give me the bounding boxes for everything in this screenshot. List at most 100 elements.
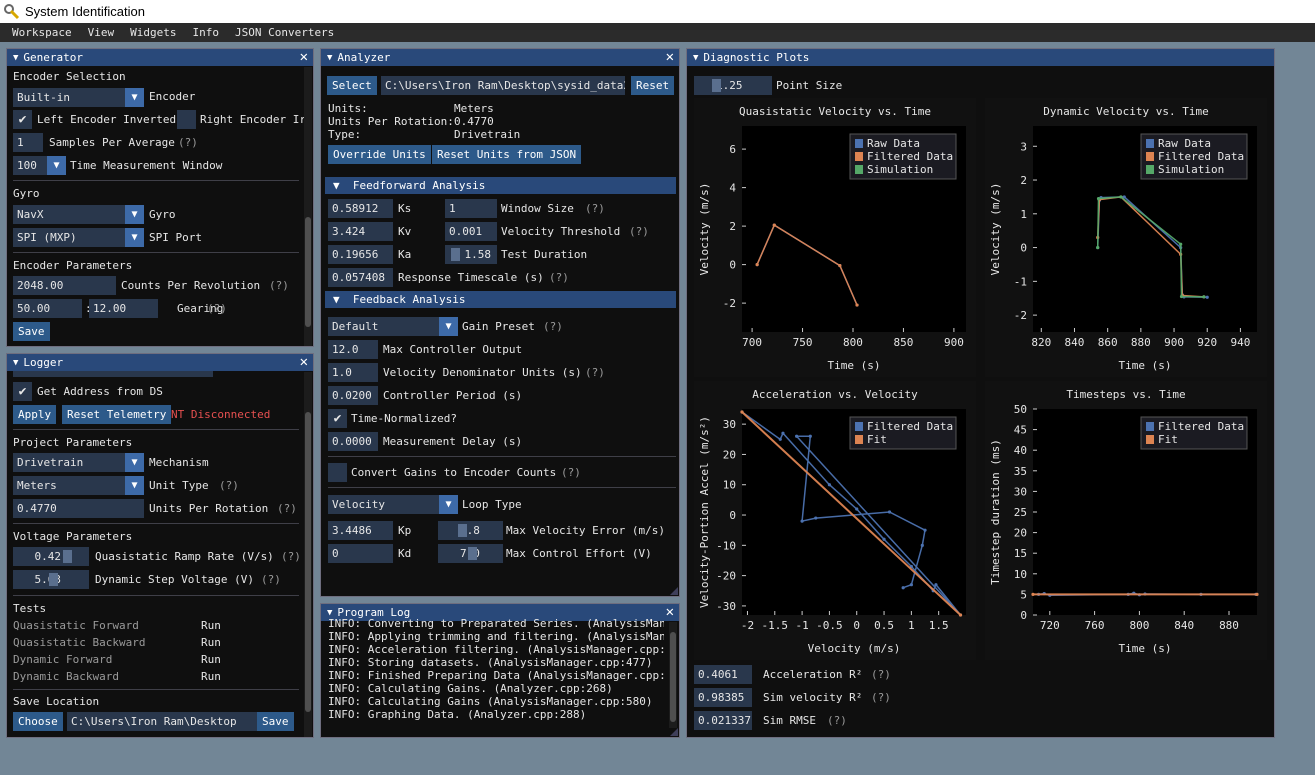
- help-icon[interactable]: (?): [277, 502, 297, 515]
- help-icon[interactable]: (?): [585, 366, 605, 379]
- upr-input[interactable]: 0.4770: [13, 499, 144, 518]
- help-icon[interactable]: (?): [629, 225, 649, 238]
- response-timescale-value[interactable]: 0.057408: [328, 268, 393, 287]
- max-velocity-error-slider[interactable]: 0.8: [438, 521, 503, 540]
- reset-telemetry-button[interactable]: Reset Telemetry: [62, 405, 172, 424]
- feedforward-section-header[interactable]: ▼ Feedforward Analysis: [325, 177, 676, 194]
- select-button[interactable]: Select: [327, 76, 377, 95]
- gear-denominator-input[interactable]: 12.00: [89, 299, 158, 318]
- save-button[interactable]: Save: [13, 322, 50, 341]
- unit-type-combo[interactable]: Meters ▼: [13, 476, 144, 495]
- help-icon[interactable]: (?): [561, 466, 581, 479]
- close-icon[interactable]: ✕: [300, 49, 308, 66]
- dynamic-plot[interactable]: Dynamic Velocity vs. Time 820 840 860 880 900…: [985, 98, 1267, 377]
- run-button[interactable]: Run: [201, 653, 221, 666]
- left-inverted-checkbox[interactable]: ✔: [13, 110, 32, 129]
- reset-button[interactable]: Reset: [631, 76, 675, 95]
- help-icon[interactable]: (?): [178, 136, 198, 149]
- measurement-delay-input[interactable]: 0.0000: [328, 432, 378, 451]
- point-size-slider[interactable]: 1.25: [694, 76, 772, 95]
- help-icon[interactable]: (?): [871, 691, 891, 704]
- slider-grab[interactable]: [468, 547, 477, 560]
- gear-numerator-input[interactable]: 50.00: [13, 299, 82, 318]
- ramp-rate-slider[interactable]: 0.42: [13, 547, 89, 566]
- slider-grab[interactable]: [712, 79, 721, 92]
- samples-input[interactable]: 1: [13, 133, 43, 152]
- slider-grab[interactable]: [451, 248, 460, 261]
- help-icon[interactable]: (?): [207, 302, 227, 315]
- collapse-icon[interactable]: ▼: [13, 53, 18, 63]
- loop-type-combo[interactable]: Velocity ▼: [328, 495, 458, 514]
- collapse-icon[interactable]: ▼: [327, 608, 332, 618]
- feedback-section-header[interactable]: ▼ Feedback Analysis: [325, 291, 676, 308]
- step-voltage-slider[interactable]: 5.63: [13, 570, 89, 589]
- time-window-combo[interactable]: 100 ▼: [13, 156, 66, 175]
- slider-grab[interactable]: [63, 550, 72, 563]
- get-address-checkbox[interactable]: ✔: [13, 382, 32, 401]
- save-button[interactable]: Save: [257, 712, 294, 731]
- reset-units-button[interactable]: Reset Units from JSON: [432, 145, 582, 164]
- choose-button[interactable]: Choose: [13, 712, 63, 731]
- apply-button[interactable]: Apply: [13, 405, 57, 424]
- cpr-input[interactable]: 2048.00: [13, 276, 116, 295]
- help-icon[interactable]: (?): [261, 573, 281, 586]
- resize-grip[interactable]: [670, 728, 678, 736]
- team-address-input[interactable]: [13, 371, 213, 377]
- help-icon[interactable]: (?): [585, 202, 605, 215]
- ks-value[interactable]: 0.58912: [328, 199, 393, 218]
- scrollbar[interactable]: [669, 622, 677, 728]
- kv-value[interactable]: 3.424: [328, 222, 393, 241]
- test-duration-slider[interactable]: 1.58: [445, 245, 497, 264]
- sim-r2-value[interactable]: 0.98385: [694, 688, 752, 707]
- help-icon[interactable]: (?): [549, 271, 569, 284]
- data-path-input[interactable]: C:\Users\Iron Ram\Desktop\sysid_data28: [381, 76, 625, 95]
- help-icon[interactable]: (?): [871, 668, 891, 681]
- close-icon[interactable]: ✕: [666, 49, 674, 66]
- slider-grab[interactable]: [49, 573, 58, 586]
- collapse-icon[interactable]: ▼: [13, 358, 18, 368]
- collapse-icon[interactable]: ▼: [693, 53, 698, 63]
- scrollbar-thumb[interactable]: [305, 412, 311, 712]
- help-icon[interactable]: (?): [827, 714, 847, 727]
- convert-gains-checkbox[interactable]: [328, 463, 347, 482]
- analyzer-header[interactable]: ▼ Analyzer ✕: [321, 49, 679, 66]
- spi-port-combo[interactable]: SPI (MXP) ▼: [13, 228, 144, 247]
- sim-rmse-value[interactable]: 0.021337: [694, 711, 752, 730]
- diagnostic-header[interactable]: ▼ Diagnostic Plots: [687, 49, 1274, 66]
- scrollbar[interactable]: [304, 372, 312, 737]
- velocity-threshold-input[interactable]: 0.001: [445, 222, 497, 241]
- window-size-input[interactable]: 1: [445, 199, 497, 218]
- velocity-denominator-input[interactable]: 1.0: [328, 363, 378, 382]
- menu-workspace[interactable]: Workspace: [4, 26, 80, 39]
- max-control-effort-slider[interactable]: 7.0: [438, 544, 503, 563]
- right-inverted-checkbox[interactable]: [177, 110, 196, 129]
- ka-value[interactable]: 0.19656: [328, 245, 393, 264]
- acceleration-plot[interactable]: Acceleration vs. Velocity -2 -1.5 -1 -0.5 0 0.…: [694, 381, 976, 660]
- controller-period-input[interactable]: 0.0200: [328, 386, 378, 405]
- resize-grip[interactable]: [670, 587, 678, 595]
- kp-value[interactable]: 3.4486: [328, 521, 393, 540]
- help-icon[interactable]: (?): [269, 279, 289, 292]
- gyro-combo[interactable]: NavX ▼: [13, 205, 144, 224]
- save-path-input[interactable]: C:\Users\Iron Ram\Desktop: [67, 712, 257, 731]
- mechanism-combo[interactable]: Drivetrain ▼: [13, 453, 144, 472]
- close-icon[interactable]: ✕: [300, 354, 308, 371]
- run-button[interactable]: Run: [201, 670, 221, 683]
- scrollbar-thumb[interactable]: [305, 217, 311, 327]
- help-icon[interactable]: (?): [281, 550, 301, 563]
- generator-header[interactable]: ▼ Generator ✕: [7, 49, 313, 66]
- close-icon[interactable]: ✕: [666, 604, 674, 621]
- time-normalized-checkbox[interactable]: ✔: [328, 409, 347, 428]
- help-icon[interactable]: (?): [543, 320, 563, 333]
- encoder-combo[interactable]: Built-in ▼: [13, 88, 144, 107]
- max-output-input[interactable]: 12.0: [328, 340, 378, 359]
- logger-header[interactable]: ▼ Logger ✕: [7, 354, 313, 371]
- menu-widgets[interactable]: Widgets: [122, 26, 184, 39]
- slider-grab[interactable]: [458, 524, 467, 537]
- scrollbar[interactable]: [304, 67, 312, 346]
- menu-view[interactable]: View: [80, 26, 123, 39]
- menu-json-converters[interactable]: JSON Converters: [227, 26, 342, 39]
- help-icon[interactable]: (?): [219, 479, 239, 492]
- quasistatic-plot[interactable]: Quasistatic Velocity vs. Time 700 750 800 85…: [694, 98, 976, 377]
- collapse-icon[interactable]: ▼: [327, 53, 332, 63]
